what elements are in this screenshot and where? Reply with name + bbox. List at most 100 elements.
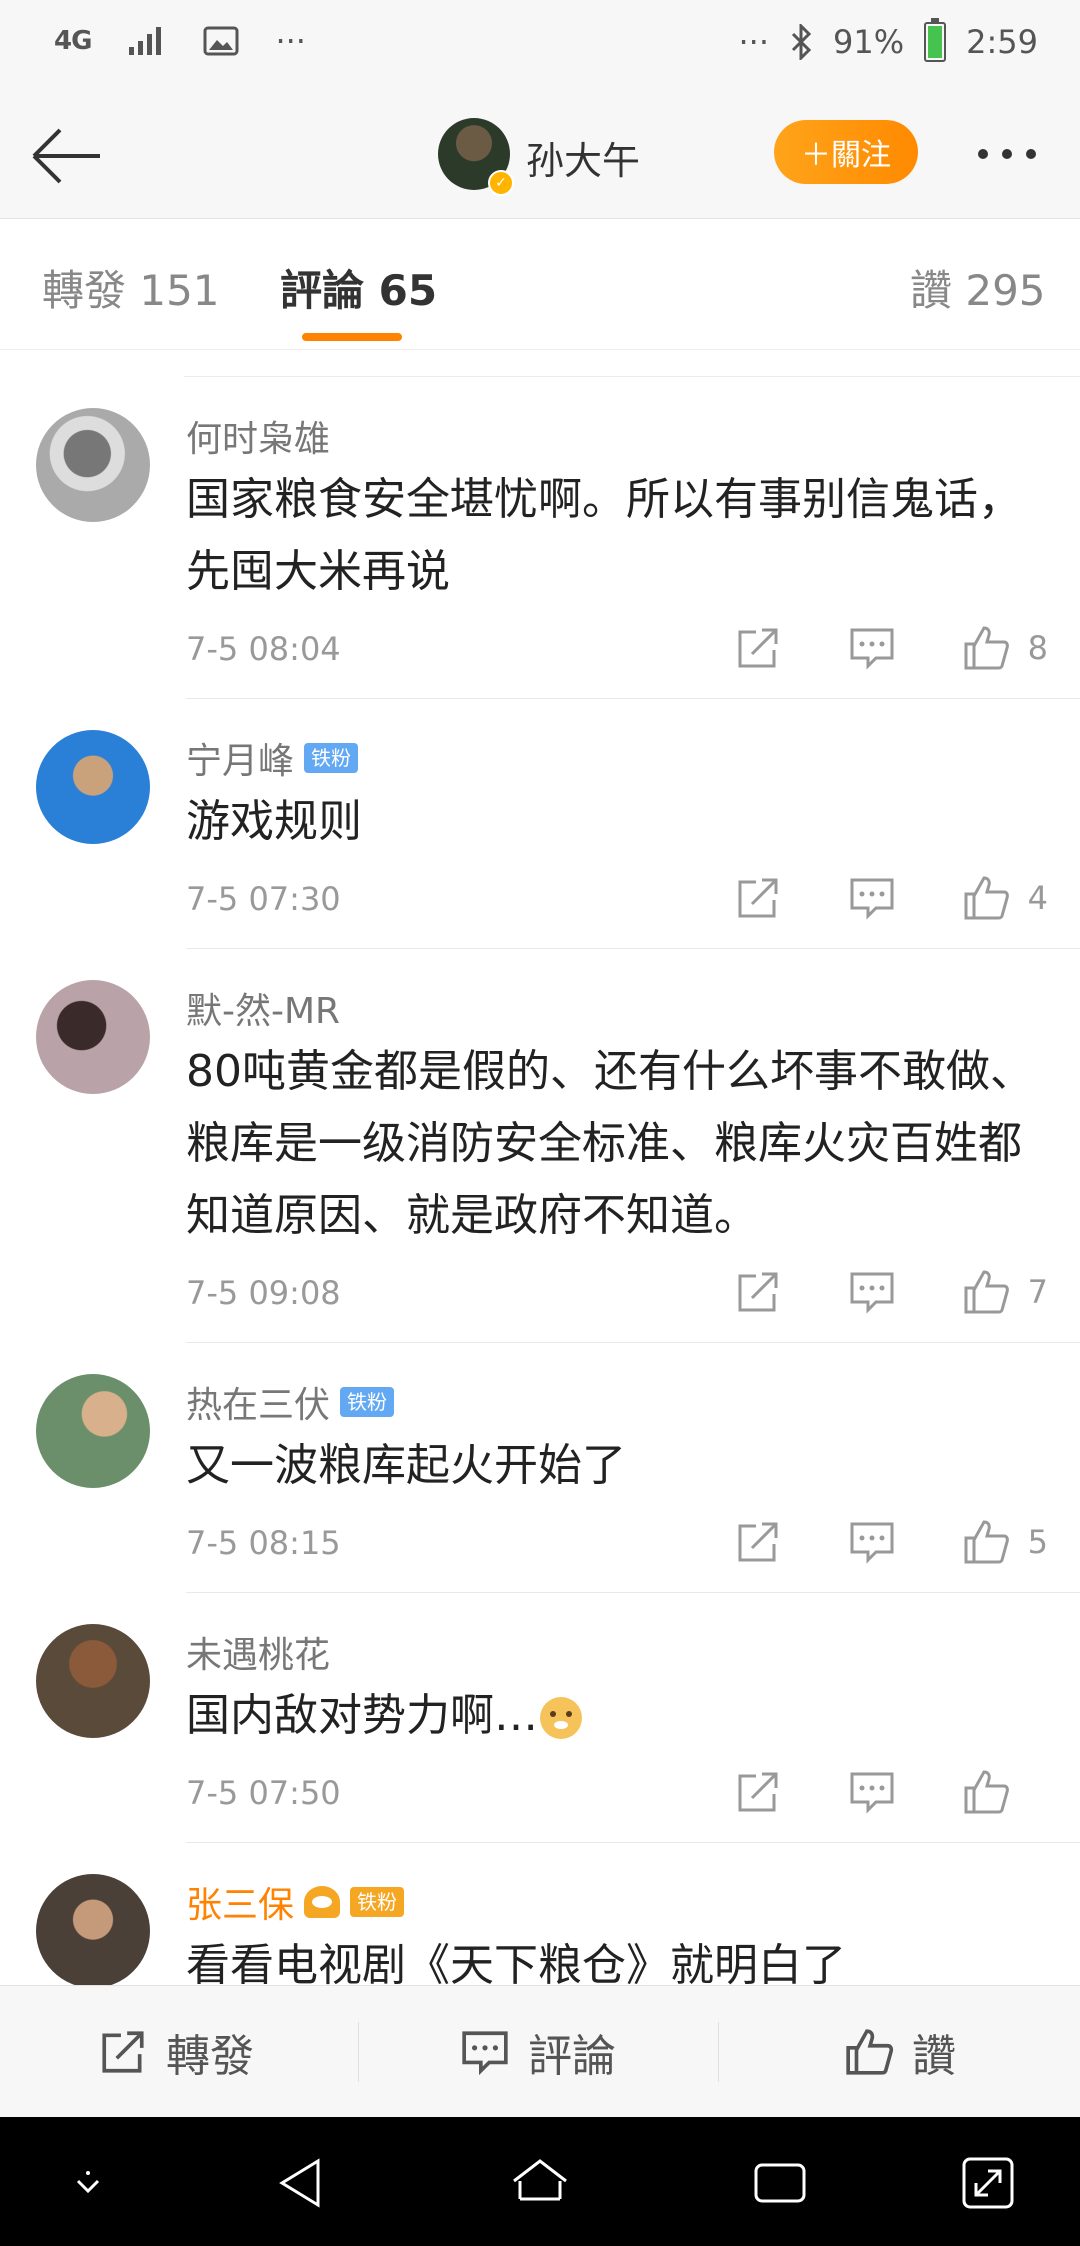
share-icon[interactable] [734,1768,782,1816]
share-icon [102,2031,144,2073]
comment-actions [734,1768,1048,1816]
bluetooth-icon [791,24,812,60]
like-icon[interactable] [962,874,1010,922]
divider [186,1342,1080,1343]
author-name[interactable]: 何时枭雄 [186,410,330,462]
comment-icon[interactable] [848,624,896,672]
avatar[interactable] [36,1624,150,1738]
like-label: 讚 [912,2031,956,2082]
separator [358,2022,359,2082]
comment-author[interactable]: 默-然-MR [186,982,340,1034]
page-title[interactable]: 孙大午 [526,130,640,185]
divider [186,698,1080,699]
fan-badge: 铁粉 [350,1887,405,1917]
comment-text: 又一波粮库起火开始了 [186,1440,626,1491]
comment-text: 80吨黄金都是假的、还有什么坏事不敢做、粮库是一级消防安全标准、粮库火灾百姓都知… [186,1046,1034,1241]
expand-icon[interactable] [956,2151,1020,2215]
tab-bar: 轉發 151 評論 65 讚 295 [0,219,1080,350]
share-icon[interactable] [734,874,782,922]
comment-text-body: 国内敌对势力啊… [186,1690,538,1741]
follow-button[interactable]: ＋關注 [774,120,918,184]
doge-emoji-icon [540,1697,582,1739]
comment-icon[interactable] [848,874,896,922]
avatar[interactable] [36,1374,150,1488]
comment-author[interactable]: 未遇桃花 [186,1626,330,1678]
repost-label: 轉發 [166,2031,254,2082]
comment-icon [462,2031,508,2076]
like-icon[interactable] [962,624,1010,672]
tab-repost[interactable]: 轉發 151 [42,257,220,318]
repost-button[interactable]: 轉發 [98,1986,254,2118]
like-icon [846,2029,894,2075]
comment-author[interactable]: 何时枭雄 [186,410,330,462]
clock: 2:59 [966,23,1038,61]
comment-author[interactable]: 宁月峰 铁粉 [186,732,359,784]
network-indicator: 4G [54,26,92,56]
status-dots: ··· [738,23,770,61]
nav-home-icon[interactable] [508,2151,572,2215]
like-icon[interactable] [962,1768,1010,1816]
system-nav-bar [0,2117,1080,2246]
signal-icon [129,27,162,55]
list-item: 何时枭雄 国家粮食安全堪忧啊。所以有事别信鬼话，先囤大米再说 7-5 08:04… [0,400,1080,700]
chevron-down-icon[interactable] [56,2151,120,2215]
author-name[interactable]: 热在三伏 [186,1376,330,1428]
comment-actions: 7 [734,1268,1048,1316]
nav-back-icon[interactable] [270,2151,334,2215]
comment-icon[interactable] [848,1518,896,1566]
like-icon[interactable] [962,1518,1010,1566]
share-icon[interactable] [734,624,782,672]
comment-actions: 8 [734,624,1048,672]
comment-text: 看看电视剧《天下粮仓》就明白了 [186,1940,846,1985]
comment-time: 7-5 08:15 [186,1524,341,1562]
like-count: 8 [1027,629,1048,667]
avatar[interactable] [36,980,150,1094]
comment-icon[interactable] [848,1268,896,1316]
separator [718,2022,719,2082]
comment-text: 国家粮食安全堪忧啊。所以有事别信鬼话，先囤大米再说 [186,474,1022,597]
author-name[interactable]: 默-然-MR [186,982,340,1034]
top-bar: ✓ 孙大午 ＋關注 [0,90,1080,219]
like-count: 7 [1027,1273,1048,1311]
share-icon[interactable] [734,1518,782,1566]
active-tab-indicator [302,333,402,341]
comment-time: 7-5 08:04 [186,630,341,668]
avatar[interactable] [36,730,150,844]
comment-actions: 4 [734,874,1048,922]
comment-time: 7-5 07:30 [186,880,341,918]
fan-badge: 铁粉 [304,743,359,773]
author-name[interactable]: 张三保 [186,1876,294,1928]
comment-author[interactable]: 热在三伏 铁粉 [186,1376,395,1428]
battery-icon [924,18,947,62]
comment-text: 游戏规则 [186,796,362,847]
nav-recents-icon[interactable] [748,2151,812,2215]
list-item: 张三保 铁粉 看看电视剧《天下粮仓》就明白了 [0,1866,1080,1985]
comment-author[interactable]: 张三保 铁粉 [186,1876,405,1928]
comment-label: 評論 [528,2031,616,2082]
like-icon[interactable] [962,1268,1010,1316]
fan-badge: 铁粉 [340,1387,395,1417]
like-count: 5 [1027,1523,1048,1561]
comment-button[interactable]: 評論 [460,1986,616,2118]
more-dots-icon[interactable] [978,140,1050,168]
list-item: 热在三伏 铁粉 又一波粮库起火开始了 7-5 08:15 5 [0,1366,1080,1596]
avatar[interactable] [36,408,150,522]
comment-actions: 5 [734,1518,1048,1566]
back-arrow-icon[interactable] [26,116,106,196]
divider [186,1842,1080,1843]
list-item: 默-然-MR 80吨黄金都是假的、还有什么坏事不敢做、粮库是一级消防安全标准、粮… [0,972,1080,1342]
author-name[interactable]: 未遇桃花 [186,1626,330,1678]
share-icon[interactable] [734,1268,782,1316]
avatar[interactable] [36,1874,150,1985]
tab-likes[interactable]: 讚 295 [910,257,1046,318]
like-count: 4 [1027,879,1048,917]
divider [184,376,1080,377]
comment-icon[interactable] [848,1768,896,1816]
list-item: 宁月峰 铁粉 游戏规则 7-5 07:30 4 [0,722,1080,952]
like-button[interactable]: 讚 [844,1986,956,2118]
tab-comments[interactable]: 評論 65 [280,257,437,318]
comment-time: 7-5 07:50 [186,1774,341,1812]
list-item: 未遇桃花 国内敌对势力啊… 7-5 07:50 [0,1616,1080,1846]
divider [186,1592,1080,1593]
author-name[interactable]: 宁月峰 [186,732,294,784]
